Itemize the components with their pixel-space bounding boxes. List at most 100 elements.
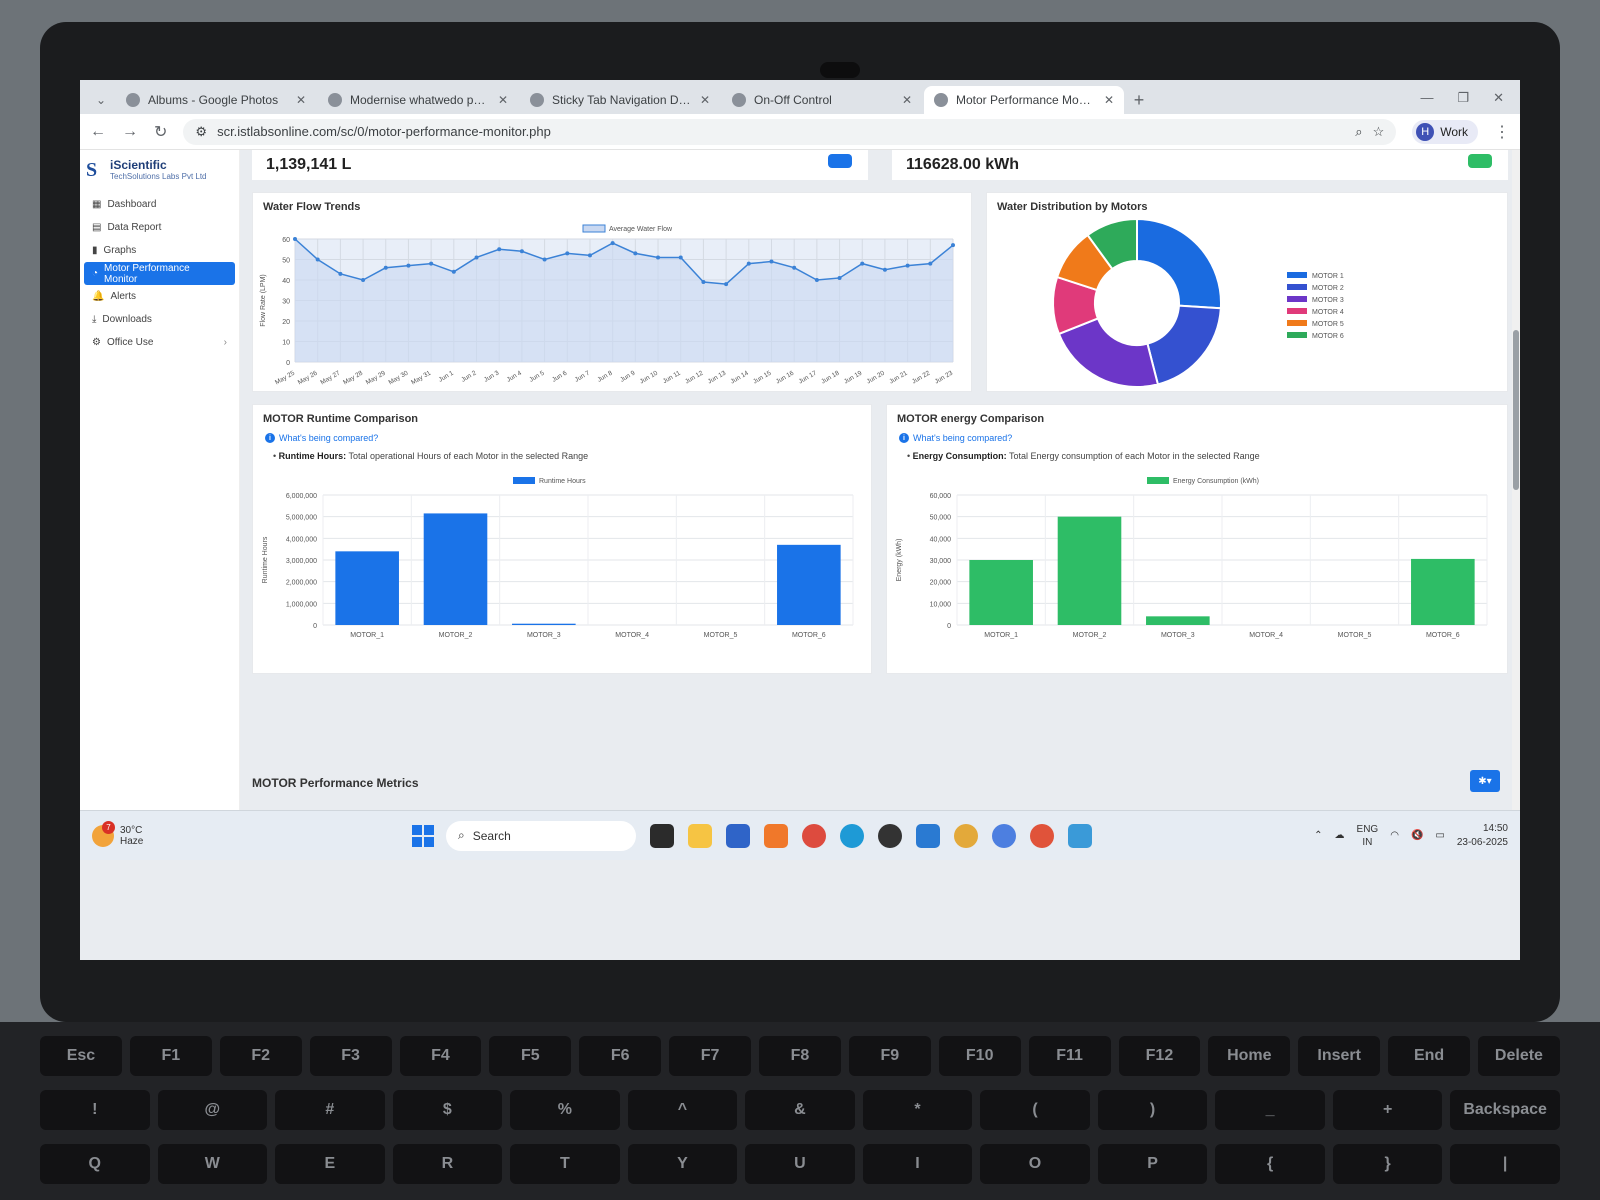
weather-widget[interactable]: 7 30°C Haze <box>92 820 392 847</box>
file-explorer-icon[interactable] <box>688 823 712 848</box>
chrome-work-icon[interactable] <box>992 823 1016 848</box>
key-f5[interactable]: F5 <box>489 1036 572 1076</box>
key-f10[interactable]: F10 <box>938 1036 1021 1076</box>
tab-albums-google-photos[interactable]: Albums - Google Photos ✕ <box>116 86 316 114</box>
media-app-icon[interactable] <box>878 823 902 848</box>
key-[interactable]: _ <box>1215 1090 1325 1130</box>
tab-close-icon[interactable]: ✕ <box>498 93 508 107</box>
key-o[interactable]: O <box>980 1144 1090 1184</box>
restore-icon[interactable]: ❐ <box>1457 90 1469 106</box>
key-[interactable]: ! <box>40 1090 150 1130</box>
windows-start-icon[interactable] <box>412 824 434 847</box>
taskbar-search[interactable]: ⌕ Search <box>446 820 636 851</box>
site-info-icon[interactable]: ⚙ <box>195 124 207 140</box>
tab-close-icon[interactable]: ✕ <box>296 93 306 107</box>
energy-info-link[interactable]: i What's being compared? <box>887 429 1507 447</box>
key-f8[interactable]: F8 <box>759 1036 841 1076</box>
browser-menu-icon[interactable]: ⋮ <box>1494 122 1510 142</box>
minimize-icon[interactable]: — <box>1420 90 1433 106</box>
tab-sticky-tab-navigation-design[interactable]: Sticky Tab Navigation Design - ✕ <box>520 86 720 114</box>
key-[interactable]: } <box>1332 1144 1443 1184</box>
key-[interactable]: | <box>1450 1144 1560 1184</box>
cloud-icon[interactable]: ☁ <box>1335 830 1345 841</box>
key-f6[interactable]: F6 <box>579 1036 662 1076</box>
key-[interactable]: & <box>745 1090 855 1130</box>
sidebar-item-graphs[interactable]: ▮ Graphs <box>80 239 239 262</box>
photos-icon[interactable] <box>1068 823 1092 848</box>
key-[interactable]: ^ <box>627 1090 738 1130</box>
key-esc[interactable]: Esc <box>40 1036 122 1076</box>
settings-fab[interactable]: ✱▾ <box>1470 770 1500 792</box>
key-end[interactable]: End <box>1388 1036 1470 1076</box>
store-icon[interactable] <box>726 823 750 848</box>
bookmark-star-icon[interactable]: ☆ <box>1373 124 1385 140</box>
key-y[interactable]: Y <box>627 1144 738 1184</box>
key-[interactable]: ( <box>980 1090 1090 1130</box>
sidebar-item-dashboard[interactable]: ▦ Dashboard <box>80 193 239 216</box>
chrome-profile-icon[interactable] <box>954 823 978 848</box>
language-indicator[interactable]: ENG IN <box>1357 823 1379 849</box>
chrome-icon[interactable] <box>802 823 826 848</box>
key-f12[interactable]: F12 <box>1118 1036 1201 1076</box>
tab-close-icon[interactable]: ✕ <box>700 93 710 107</box>
reload-icon[interactable]: ↻ <box>154 122 167 142</box>
tab-on-off-control[interactable]: On-Off Control ✕ <box>722 86 922 114</box>
key-f9[interactable]: F9 <box>848 1036 931 1076</box>
key-p[interactable]: P <box>1097 1144 1208 1184</box>
key-[interactable]: # <box>275 1090 385 1130</box>
task-view-icon[interactable] <box>650 823 674 848</box>
clock[interactable]: 14:50 23-06-2025 <box>1457 822 1508 850</box>
key-f7[interactable]: F7 <box>669 1036 751 1076</box>
wifi-icon[interactable]: ◠ <box>1390 830 1399 841</box>
runtime-info-link[interactable]: i What's being compared? <box>253 429 871 447</box>
xampp-icon[interactable] <box>764 823 788 848</box>
vscode-icon[interactable] <box>916 823 940 848</box>
key-w[interactable]: W <box>157 1144 268 1184</box>
profile-chip[interactable]: H Work <box>1412 119 1478 144</box>
key-u[interactable]: U <box>745 1144 855 1184</box>
key-[interactable]: @ <box>157 1090 268 1130</box>
key-t[interactable]: T <box>510 1144 620 1184</box>
key-[interactable]: { <box>1215 1144 1325 1184</box>
speaker-muted-icon[interactable]: 🔇 <box>1411 830 1423 841</box>
tab-modernise-whatwedo-page-v[interactable]: Modernise whatwedo page – v ✕ <box>318 86 518 114</box>
key-[interactable]: $ <box>392 1090 503 1130</box>
scrollbar-thumb[interactable] <box>1513 330 1519 490</box>
sidebar-item-office-use[interactable]: ⚙ Office Use › <box>80 331 239 354</box>
tab-close-icon[interactable]: ✕ <box>1104 93 1114 107</box>
sidebar-item-alerts[interactable]: 🔔 Alerts <box>80 285 239 308</box>
key-r[interactable]: R <box>392 1144 503 1184</box>
key-e[interactable]: E <box>275 1144 385 1184</box>
key-f2[interactable]: F2 <box>219 1036 302 1076</box>
key-delete[interactable]: Delete <box>1478 1036 1560 1076</box>
key-f4[interactable]: F4 <box>399 1036 482 1076</box>
back-icon[interactable]: ← <box>90 123 106 141</box>
key-backspace[interactable]: Backspace <box>1450 1090 1560 1130</box>
close-window-icon[interactable]: ✕ <box>1493 90 1504 106</box>
brand-logo[interactable]: S iScientific TechSolutions Labs Pvt Ltd <box>80 154 239 193</box>
sidebar-item-downloads[interactable]: ⤓ Downloads <box>80 308 239 331</box>
zoom-icon[interactable]: ⌕ <box>1355 124 1362 140</box>
new-tab-button[interactable]: + <box>1126 86 1152 114</box>
tab-search-icon[interactable]: ⌄ <box>88 86 114 114</box>
key-f11[interactable]: F11 <box>1028 1036 1111 1076</box>
key-home[interactable]: Home <box>1208 1036 1291 1076</box>
sidebar-item-data-report[interactable]: ▤ Data Report <box>80 216 239 239</box>
key-[interactable]: * <box>862 1090 973 1130</box>
key-[interactable]: ) <box>1097 1090 1208 1130</box>
page-scrollbar[interactable] <box>1512 150 1520 810</box>
chrome-personal-icon[interactable] <box>1030 823 1054 848</box>
tray-overflow-icon[interactable]: ⌃ <box>1314 830 1322 841</box>
forward-icon[interactable]: → <box>122 123 138 141</box>
key-[interactable]: + <box>1332 1090 1443 1130</box>
tab-motor-performance-monitor[interactable]: Motor Performance Monitor ✕ <box>924 86 1124 114</box>
key-f1[interactable]: F1 <box>129 1036 212 1076</box>
tab-close-icon[interactable]: ✕ <box>902 93 912 107</box>
key-[interactable]: % <box>510 1090 620 1130</box>
edge-icon[interactable] <box>840 823 864 848</box>
omnibox[interactable]: ⚙ scr.istlabsonline.com/sc/0/motor-perfo… <box>183 118 1397 145</box>
key-f3[interactable]: F3 <box>309 1036 392 1076</box>
key-i[interactable]: I <box>862 1144 973 1184</box>
battery-icon[interactable]: ▭ <box>1435 830 1444 841</box>
key-insert[interactable]: Insert <box>1298 1036 1381 1076</box>
